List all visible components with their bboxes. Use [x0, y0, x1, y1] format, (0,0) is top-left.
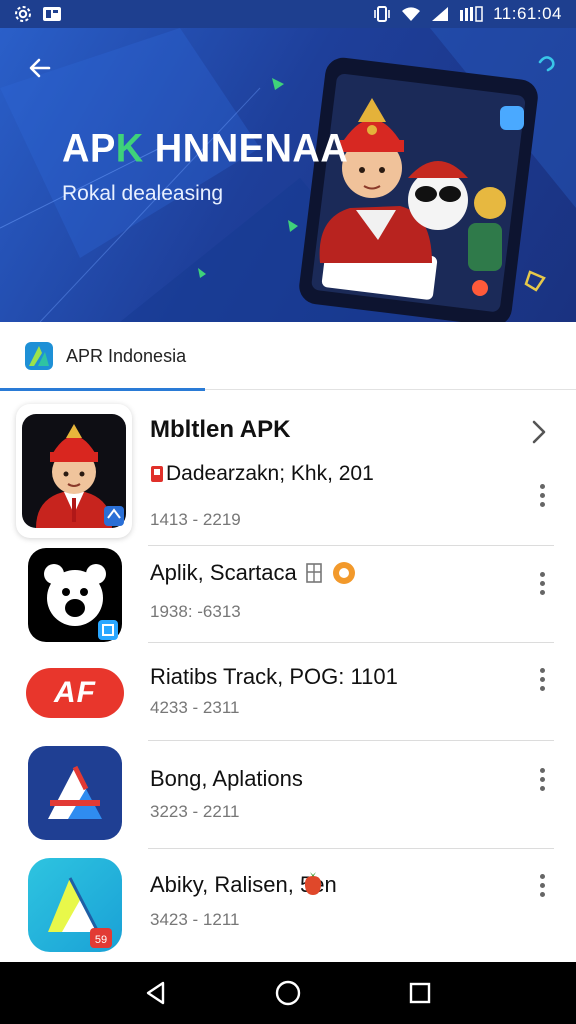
app-meta: 1938: -6313: [150, 602, 241, 621]
apr-logo-icon: [25, 342, 53, 370]
app-title: Aplik, Scartaca: [150, 560, 297, 585]
banner-title-rest: HNNENAA: [143, 126, 349, 172]
svg-text:59: 59: [95, 934, 107, 946]
status-time: 11:61:04: [493, 4, 562, 23]
share-icon[interactable]: [534, 52, 558, 81]
banner-background: [0, 28, 576, 322]
a-logo-app-icon: [28, 746, 122, 840]
more-options-button[interactable]: [532, 870, 552, 900]
af-app-icon: AF: [26, 668, 124, 718]
tab-bar: APR Indonesia: [0, 322, 576, 391]
app-subtitle-text: Dadearzakn; Khk, 201: [166, 462, 374, 485]
list-item[interactable]: AF Riatibs Track, POG: 1101 4233 - 2311: [0, 644, 576, 741]
list-item[interactable]: 59 Abiky, Ralisen, 5en 3423 - 1211: [0, 850, 576, 958]
more-options-button[interactable]: [532, 664, 552, 694]
wifi-icon: [401, 6, 421, 22]
a-teal-app-icon: 59: [28, 858, 122, 952]
tab-underline: [0, 388, 205, 391]
notification-icon: [42, 6, 62, 22]
divider: [148, 848, 554, 849]
app-title-row: Aplik, Scartaca: [150, 560, 357, 586]
back-nav-button[interactable]: [136, 973, 176, 1013]
back-button[interactable]: [22, 50, 58, 86]
tag-icon: [305, 563, 322, 583]
app-title: Riatibs Track, POG: 1101: [150, 664, 398, 689]
banner-title: APK HNNENAA: [62, 127, 348, 172]
settings-icon: [14, 5, 32, 23]
status-bar: 11:61:04: [0, 0, 576, 28]
list-item[interactable]: Aplik, Scartaca 1938: -6313: [0, 546, 576, 643]
divider: [148, 642, 554, 643]
orange-badge-icon: [332, 562, 355, 584]
hero-banner: APK HNNENAA Rokal dealeasing: [0, 28, 576, 322]
back-nav-icon: [146, 981, 165, 1005]
app-meta: 3223 - 2211: [150, 802, 240, 821]
banner-title-accent: K: [115, 126, 144, 172]
fruit-icon: [302, 870, 324, 901]
bear-app-icon: [28, 548, 122, 642]
vibrate-icon: [373, 5, 391, 23]
banner-subtitle: Rokal dealeasing: [62, 182, 224, 205]
battery-icon: [459, 6, 483, 22]
chevron-right-icon[interactable]: [526, 418, 550, 446]
app-meta: 3423 - 1211: [150, 910, 240, 929]
system-nav-bar: [0, 962, 576, 1024]
app-title: Mbltlen APK: [150, 416, 291, 443]
recents-nav-icon: [409, 982, 431, 1004]
divider: [148, 740, 554, 741]
home-nav-button[interactable]: [268, 973, 308, 1013]
list-item[interactable]: Bong, Aplations 3223 - 2211: [0, 742, 576, 849]
tab-apr-indonesia[interactable]: APR Indonesia: [0, 322, 205, 391]
more-options-button[interactable]: [532, 480, 552, 510]
app-subtitle: Dadearzakn; Khk, 201: [150, 462, 374, 486]
more-options-button[interactable]: [532, 764, 552, 794]
cell-signal-icon: [431, 6, 449, 22]
home-nav-icon: [275, 980, 301, 1006]
badge-icon: [151, 466, 163, 482]
recents-nav-button[interactable]: [400, 973, 440, 1013]
af-logo-text: AF: [54, 676, 96, 709]
tab-label: APR Indonesia: [66, 345, 187, 366]
app-avatar-icon: [16, 404, 132, 538]
app-title: Bong, Aplations: [150, 766, 303, 791]
banner-title-main: AP: [62, 126, 116, 172]
app-screen: 11:61:04 APK HNNENAA Rokal dealeasing AP…: [0, 0, 576, 1024]
app-meta: 4233 - 2311: [150, 698, 240, 717]
app-meta: 1413 - 2219: [150, 510, 241, 529]
list-item[interactable]: Mbltlen APK Dadearzakn; Khk, 201 1413 - …: [0, 402, 576, 546]
arrow-left-icon: [29, 58, 51, 78]
more-options-button[interactable]: [532, 568, 552, 598]
